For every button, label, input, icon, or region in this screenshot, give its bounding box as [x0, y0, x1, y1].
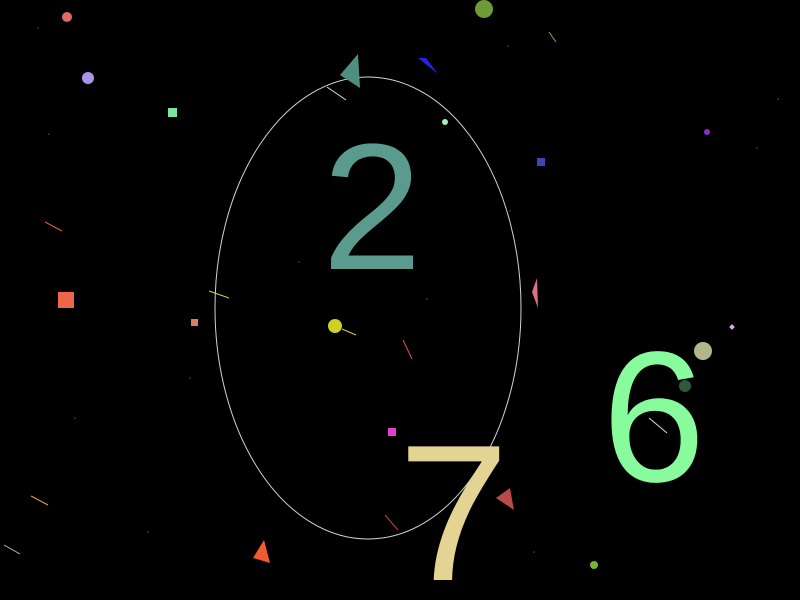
- particle-streak: [3, 544, 21, 555]
- particle-square: [537, 158, 545, 166]
- number-two[interactable]: 2: [322, 118, 422, 298]
- particle-square: [58, 292, 74, 308]
- particle-square: [191, 319, 198, 326]
- particle-circle: [62, 12, 72, 22]
- particle-streak: [402, 339, 413, 360]
- game-canvas[interactable]: 2 7 6: [0, 0, 800, 600]
- particle-circle: [328, 319, 342, 333]
- particle-triangle: [532, 278, 538, 308]
- particle-circle: [475, 0, 493, 18]
- particle-streak: [44, 221, 63, 232]
- particle-circle: [590, 561, 598, 569]
- particle-speck: [507, 45, 509, 47]
- particle-speck: [48, 133, 50, 135]
- particle-speck: [37, 27, 39, 29]
- particle-streak: [326, 86, 347, 101]
- particle-triangle: [253, 540, 270, 563]
- particle-speck: [509, 210, 511, 212]
- particle-speck: [426, 298, 428, 300]
- particle-speck: [777, 98, 779, 100]
- particle-circle: [442, 119, 448, 125]
- particle-speck: [189, 377, 191, 379]
- particle-speck: [756, 147, 758, 149]
- particle-streak: [30, 495, 49, 506]
- particle-speck: [533, 551, 535, 553]
- particle-streak: [208, 290, 230, 299]
- particle-triangle: [340, 54, 360, 88]
- particle-triangle: [418, 58, 438, 74]
- particle-circle: [82, 72, 94, 84]
- particle-streak: [548, 31, 557, 43]
- particle-square: [388, 428, 396, 436]
- particle-speck: [298, 261, 300, 263]
- particle-streak: [384, 514, 399, 531]
- number-six[interactable]: 6: [602, 325, 705, 511]
- particle-streak: [341, 328, 357, 336]
- particle-circle: [704, 129, 710, 135]
- particle-speck: [147, 531, 149, 533]
- particle-square: [168, 108, 177, 117]
- particle-speck: [74, 417, 76, 419]
- particle-diamond: [729, 324, 735, 330]
- number-seven[interactable]: 7: [398, 416, 509, 580]
